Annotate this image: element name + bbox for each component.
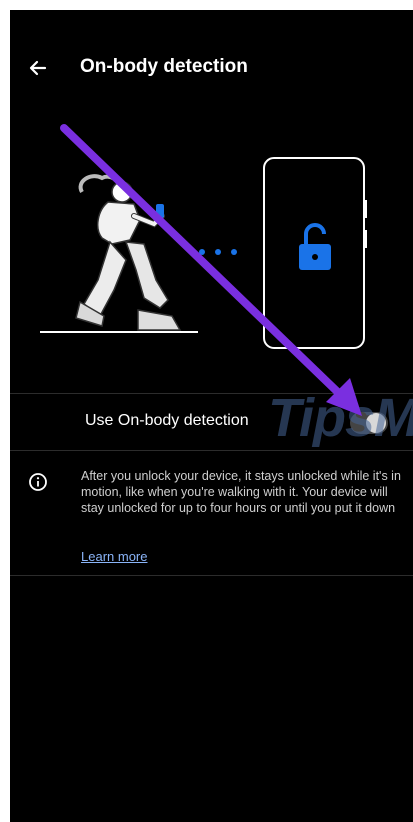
watermark: TipsM: [268, 388, 413, 448]
page-title: On-body detection: [80, 56, 248, 77]
learn-more-link[interactable]: Learn more: [81, 549, 147, 564]
info-description: After you unlock your device, it stays u…: [81, 469, 401, 515]
toggle-label: Use On-body detection: [85, 412, 249, 429]
divider-middle: [10, 450, 413, 451]
unlocked-padlock-icon: [299, 223, 331, 270]
divider-bottom: [10, 575, 413, 576]
app-bar: On-body detection: [10, 10, 413, 90]
walking-person-icon: [75, 174, 182, 331]
on-body-illustration: [40, 157, 367, 349]
info-icon: [29, 473, 47, 491]
arrow-left-icon: [29, 60, 47, 76]
screen: On-body detection Use On-body detection …: [10, 10, 413, 822]
back-button[interactable]: [24, 54, 52, 82]
